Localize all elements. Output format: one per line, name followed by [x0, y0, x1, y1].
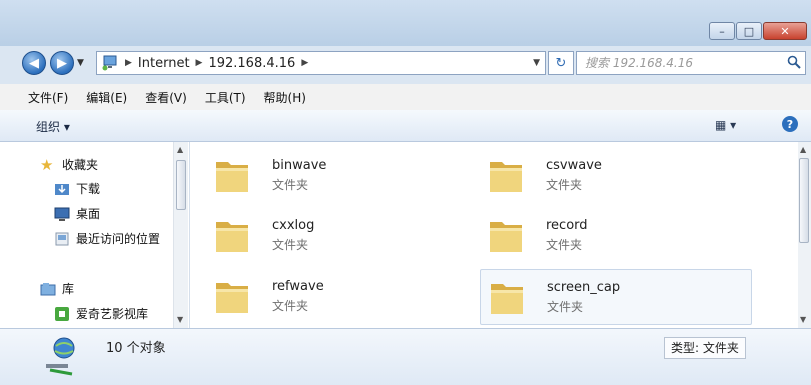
folder-item-cxxlog[interactable]: cxxlog 文件夹 [192, 208, 454, 260]
maximize-button[interactable]: □ [736, 22, 762, 40]
breadcrumb-internet[interactable]: Internet [138, 56, 190, 71]
iqiyi-icon [55, 306, 69, 321]
library-icon [40, 282, 56, 295]
search-box[interactable] [576, 51, 806, 75]
back-button[interactable]: ◀ [22, 51, 46, 75]
forward-button[interactable]: ▶ [50, 51, 74, 75]
folder-item-record[interactable]: record 文件夹 [466, 208, 728, 260]
address-bar[interactable]: ▶ Internet ▶ 192.168.4.16 ▶ ▼ [96, 51, 546, 75]
folder-type: 文件夹 [546, 238, 583, 252]
star-icon: ★ [40, 155, 54, 174]
search-icon[interactable] [786, 54, 802, 70]
help-button[interactable]: ? [782, 116, 798, 132]
refresh-icon: ↻ [555, 55, 567, 71]
sidebar-label: 收藏夹 [62, 158, 99, 172]
scroll-down-icon[interactable]: ▼ [177, 315, 183, 324]
folder-icon [216, 222, 248, 252]
folder-type: 文件夹 [272, 238, 309, 252]
folder-item-csvwave[interactable]: csvwave 文件夹 [466, 148, 728, 200]
scroll-up-icon[interactable]: ▲ [800, 145, 806, 154]
breadcrumb-separator: ▶ [301, 58, 309, 68]
sidebar-scrollbar[interactable]: ▲ ▼ [173, 142, 188, 328]
explorer-window: – □ ✕ ◀ ▶ ▼ ▶ Internet ▶ 192.168.4.16 ▶ … [0, 0, 811, 385]
details-pane: 10 个对象 类型: 文件夹 [0, 328, 811, 385]
scroll-up-icon[interactable]: ▲ [177, 145, 183, 154]
breadcrumb-separator: ▶ [195, 58, 203, 68]
menu-view[interactable]: 查看(V) [145, 89, 187, 106]
sidebar-item-favorites[interactable]: ★ 收藏夹 [40, 156, 98, 173]
sidebar-label: 桌面 [76, 207, 101, 221]
file-list-scrollbar[interactable]: ▲ ▼ [798, 142, 811, 328]
network-computer-icon [102, 55, 117, 71]
sidebar-label: 库 [62, 282, 75, 296]
sidebar-item-iqiyi-library[interactable]: 爱奇艺影视库 [54, 305, 148, 322]
arrow-right-icon: ▶ [57, 55, 67, 71]
downloads-folder-icon [55, 183, 69, 195]
network-icon [46, 337, 75, 376]
change-view-button[interactable]: ▦ ▾ [715, 118, 736, 132]
breadcrumb-separator: ▶ [125, 58, 132, 68]
breadcrumb-ip[interactable]: 192.168.4.16 [208, 56, 295, 71]
folder-icon [216, 162, 248, 192]
menu-file[interactable]: 文件(F) [28, 89, 68, 106]
view-options-label: ▾ [730, 118, 737, 132]
folder-item-binwave[interactable]: binwave 文件夹 [192, 148, 454, 200]
refresh-button[interactable]: ↻ [548, 51, 574, 75]
sidebar-scroll-thumb[interactable] [176, 160, 186, 210]
menu-edit[interactable]: 编辑(E) [86, 89, 127, 106]
menu-help[interactable]: 帮助(H) [264, 89, 306, 106]
sidebar-item-recent-places[interactable]: 最近访问的位置 [54, 230, 160, 247]
folder-name: record [546, 218, 588, 233]
sidebar-item-libraries[interactable]: 库 [40, 280, 74, 297]
command-toolbar: 组织 ▾ ▦ ▾ ? [0, 110, 811, 142]
file-list: binwave 文件夹 csvwave 文件夹 cxxlog 文件夹 recor… [190, 142, 811, 328]
sidebar-label: 爱奇艺影视库 [76, 307, 149, 321]
item-count: 10 个对象 [106, 341, 166, 356]
folder-type: 文件夹 [272, 299, 309, 313]
folder-icon [491, 284, 523, 314]
recent-pages-dropdown[interactable]: ▼ [77, 58, 84, 68]
view-options-icon: ▦ [715, 118, 727, 132]
folder-icon [490, 162, 522, 192]
folder-icon [490, 222, 522, 252]
menu-tools[interactable]: 工具(T) [205, 89, 246, 106]
folder-type: 文件夹 [272, 178, 309, 192]
sidebar-label: 最近访问的位置 [76, 232, 161, 246]
folder-type: 文件夹 [547, 300, 584, 314]
folder-name: csvwave [546, 158, 602, 173]
folder-type: 文件夹 [546, 178, 583, 192]
address-dropdown-icon[interactable]: ▼ [533, 58, 540, 68]
desktop-icon [54, 207, 70, 221]
menu-bar: 文件(F) 编辑(E) 查看(V) 工具(T) 帮助(H) [0, 84, 811, 110]
type-badge: 类型: 文件夹 [664, 337, 746, 359]
folder-item-refwave[interactable]: refwave 文件夹 [192, 269, 454, 321]
minimize-button[interactable]: – [709, 22, 735, 40]
navigation-pane: ★ 收藏夹 下载 桌面 最近访问的位置 库 爱奇艺影视库 ▲ ▼ [0, 142, 190, 328]
folder-item-screen-cap[interactable]: screen_cap 文件夹 [480, 269, 752, 325]
organize-button[interactable]: 组织 ▾ [36, 118, 70, 135]
title-bar: – □ ✕ [0, 0, 811, 46]
folder-name: cxxlog [272, 218, 315, 233]
arrow-left-icon: ◀ [29, 55, 39, 71]
sidebar-item-desktop[interactable]: 桌面 [54, 205, 100, 222]
search-input[interactable] [583, 55, 777, 71]
folder-icon [216, 283, 248, 313]
file-list-scroll-thumb[interactable] [799, 158, 809, 243]
sidebar-label: 下载 [76, 182, 101, 196]
navigation-bar: ◀ ▶ ▼ ▶ Internet ▶ 192.168.4.16 ▶ ▼ ↻ [0, 46, 811, 80]
recent-places-icon [55, 232, 69, 245]
folder-name: binwave [272, 158, 327, 173]
sidebar-item-downloads[interactable]: 下载 [54, 180, 100, 197]
scroll-down-icon[interactable]: ▼ [800, 315, 806, 324]
folder-name: screen_cap [547, 280, 621, 295]
close-button[interactable]: ✕ [763, 22, 807, 40]
folder-name: refwave [272, 279, 324, 294]
